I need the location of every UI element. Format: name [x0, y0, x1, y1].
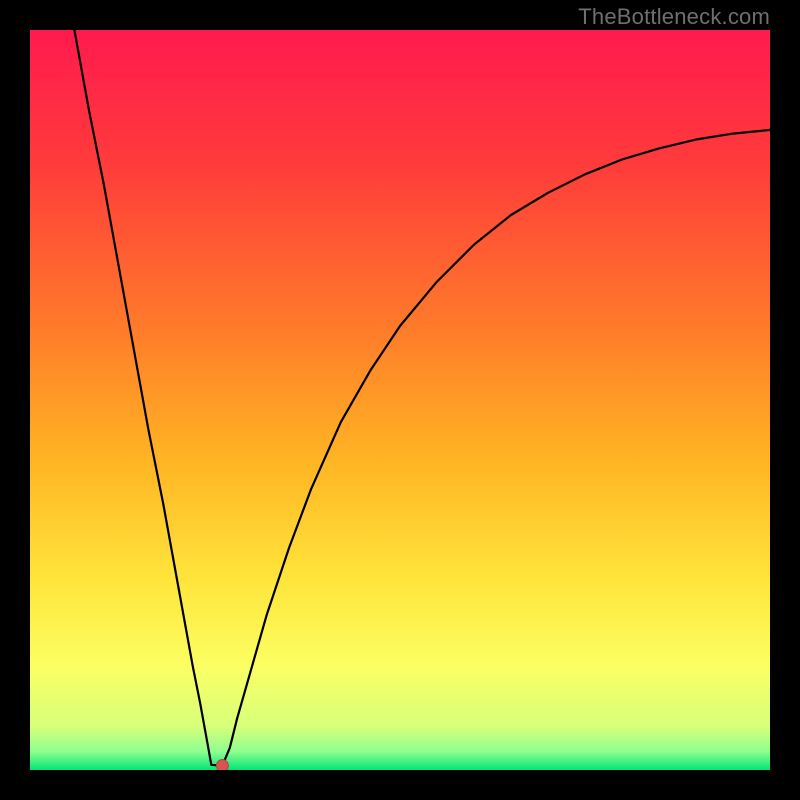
watermark-text: TheBottleneck.com [578, 4, 770, 30]
chart-plot [30, 30, 770, 770]
gradient-background [30, 30, 770, 770]
curve-minimum-marker [216, 760, 228, 770]
chart-frame: TheBottleneck.com [0, 0, 800, 800]
